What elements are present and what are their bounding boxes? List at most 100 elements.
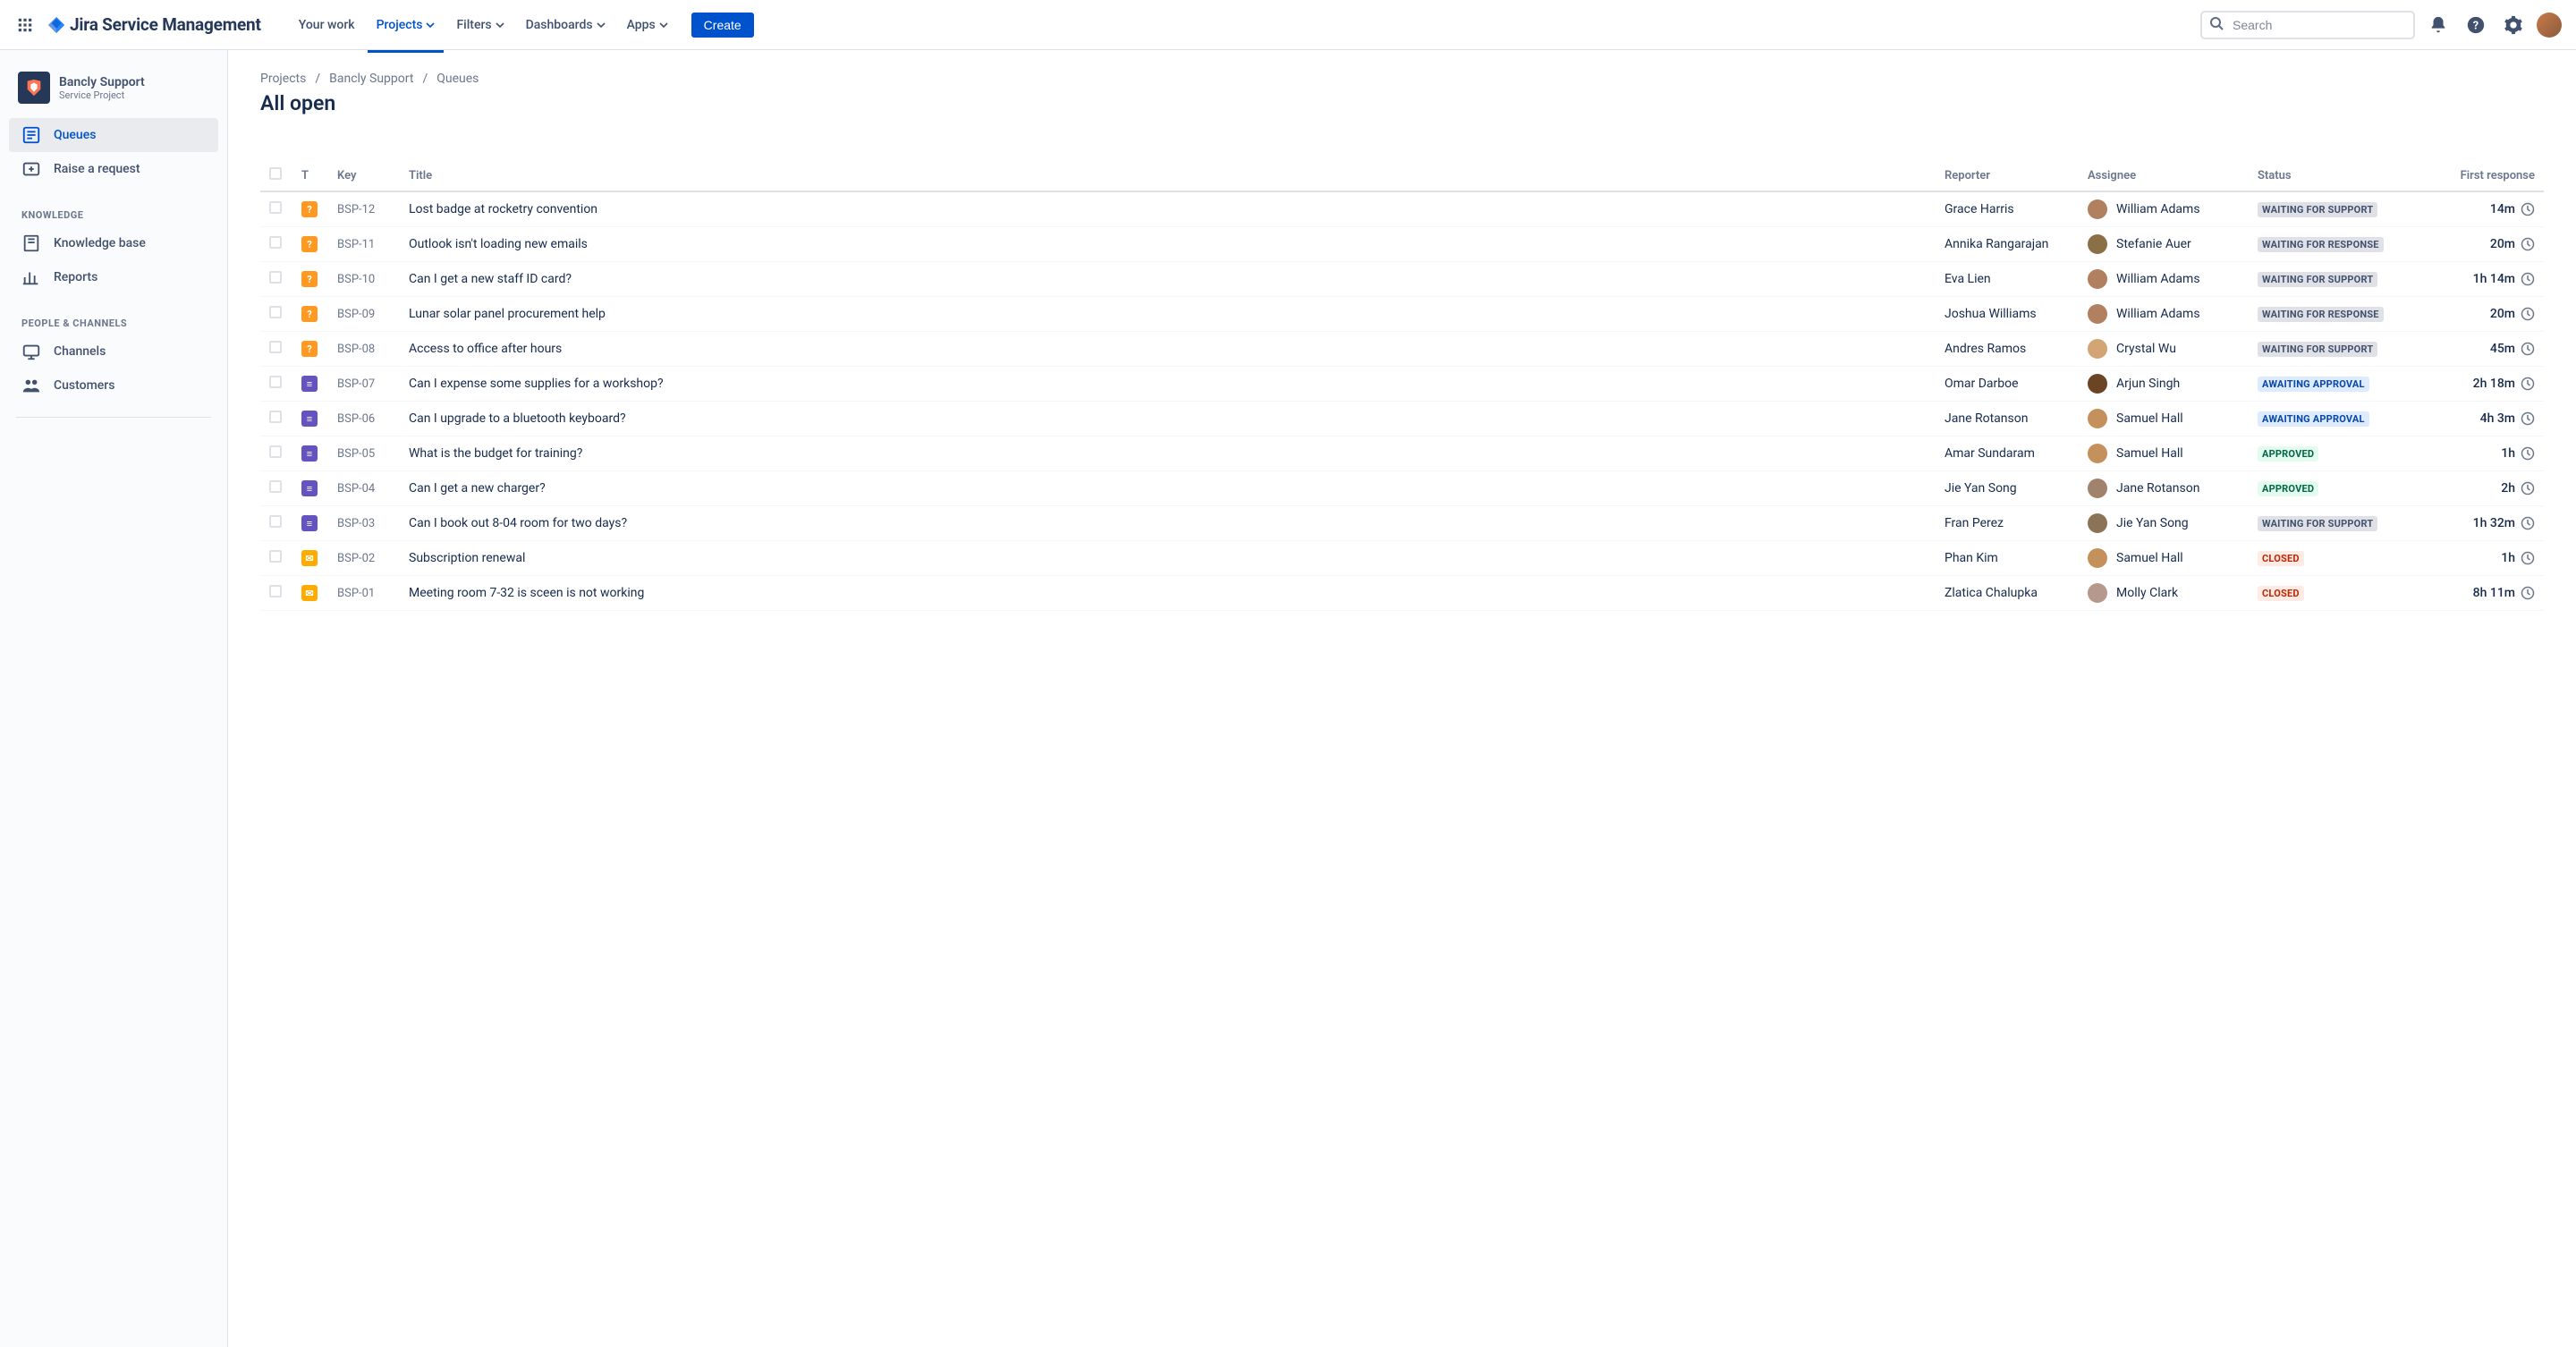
assignee-cell[interactable]: Arjun Singh (2088, 374, 2240, 394)
assignee-cell[interactable]: William Adams (2088, 199, 2240, 219)
nav-label: Apps (627, 18, 656, 32)
row-checkbox[interactable] (269, 271, 282, 284)
issue-title[interactable]: Lost badge at rocketry convention (400, 191, 1936, 227)
assignee-cell[interactable]: Jane Rotanson (2088, 479, 2240, 498)
issue-key[interactable]: BSP-11 (328, 227, 400, 262)
assignee-avatar (2088, 479, 2107, 498)
issue-key[interactable]: BSP-07 (328, 367, 400, 402)
row-checkbox[interactable] (269, 445, 282, 458)
table-row[interactable]: ≡ BSP-05 What is the budget for training… (260, 436, 2544, 471)
issue-key[interactable]: BSP-08 (328, 332, 400, 367)
breadcrumb-projects[interactable]: Projects (260, 72, 306, 86)
help-icon[interactable]: ? (2462, 11, 2490, 39)
issue-type-icon: ? (301, 236, 318, 252)
issue-key[interactable]: BSP-06 (328, 402, 400, 436)
table-row[interactable]: ✉ BSP-01 Meeting room 7-32 is sceen is n… (260, 576, 2544, 611)
issue-key[interactable]: BSP-12 (328, 191, 400, 227)
row-checkbox[interactable] (269, 515, 282, 528)
table-row[interactable]: ≡ BSP-07 Can I expense some supplies for… (260, 367, 2544, 402)
assignee-avatar (2088, 548, 2107, 568)
issue-title[interactable]: Subscription renewal (400, 541, 1936, 576)
col-status[interactable]: Status (2249, 160, 2428, 191)
nav-your-work[interactable]: Your work (290, 13, 364, 38)
sidebar-section-knowledge: KNOWLEDGE Knowledge base Reports (9, 204, 218, 294)
col-assignee[interactable]: Assignee (2079, 160, 2249, 191)
issue-title[interactable]: Can I upgrade to a bluetooth keyboard? (400, 402, 1936, 436)
issue-title[interactable]: Access to office after hours (400, 332, 1936, 367)
issue-title[interactable]: Outlook isn't loading new emails (400, 227, 1936, 262)
row-checkbox[interactable] (269, 411, 282, 423)
app-switcher-icon[interactable] (14, 14, 36, 36)
sidebar-item-raise[interactable]: Raise a request (9, 152, 218, 186)
assignee-cell[interactable]: Samuel Hall (2088, 409, 2240, 428)
breadcrumb-queues[interactable]: Queues (436, 72, 479, 86)
issue-key[interactable]: BSP-10 (328, 262, 400, 297)
issue-key[interactable]: BSP-05 (328, 436, 400, 471)
notifications-icon[interactable] (2424, 11, 2453, 39)
search-input[interactable] (2200, 11, 2415, 39)
assignee-cell[interactable]: Jie Yan Song (2088, 513, 2240, 533)
issue-title[interactable]: What is the budget for training? (400, 436, 1936, 471)
issue-title[interactable]: Can I get a new charger? (400, 471, 1936, 506)
profile-avatar[interactable] (2537, 13, 2562, 38)
col-first-response[interactable]: First response (2428, 160, 2544, 191)
table-row[interactable]: ? BSP-10 Can I get a new staff ID card? … (260, 262, 2544, 297)
table-row[interactable]: ? BSP-08 Access to office after hours An… (260, 332, 2544, 367)
project-header[interactable]: Bancly Support Service Project (9, 68, 218, 118)
col-key[interactable]: Key (328, 160, 400, 191)
issue-key[interactable]: BSP-02 (328, 541, 400, 576)
assignee-cell[interactable]: Samuel Hall (2088, 444, 2240, 463)
row-checkbox[interactable] (269, 480, 282, 493)
assignee-cell[interactable]: Crystal Wu (2088, 339, 2240, 359)
row-checkbox[interactable] (269, 201, 282, 214)
issue-title[interactable]: Can I get a new staff ID card? (400, 262, 1936, 297)
select-all-checkbox[interactable] (269, 167, 282, 180)
col-title[interactable]: Title (400, 160, 1936, 191)
row-checkbox[interactable] (269, 550, 282, 563)
sidebar-item-channels[interactable]: Channels (9, 335, 218, 369)
issue-title[interactable]: Can I expense some supplies for a worksh… (400, 367, 1936, 402)
clock-icon (2521, 237, 2535, 251)
assignee-cell[interactable]: William Adams (2088, 269, 2240, 289)
issue-key[interactable]: BSP-03 (328, 506, 400, 541)
row-checkbox[interactable] (269, 236, 282, 249)
issue-key[interactable]: BSP-04 (328, 471, 400, 506)
nav-apps[interactable]: Apps (618, 13, 677, 38)
nav-filters[interactable]: Filters (447, 13, 513, 38)
row-checkbox[interactable] (269, 306, 282, 318)
settings-icon[interactable] (2499, 11, 2528, 39)
issue-key[interactable]: BSP-01 (328, 576, 400, 611)
issue-title[interactable]: Can I book out 8-04 room for two days? (400, 506, 1936, 541)
breadcrumb-bancly[interactable]: Bancly Support (329, 72, 413, 86)
col-reporter[interactable]: Reporter (1936, 160, 2079, 191)
channels-icon (21, 342, 41, 361)
row-checkbox[interactable] (269, 585, 282, 597)
row-checkbox[interactable] (269, 341, 282, 353)
issue-key[interactable]: BSP-09 (328, 297, 400, 332)
nav-projects[interactable]: Projects (368, 13, 445, 38)
sidebar-item-customers[interactable]: Customers (9, 369, 218, 402)
table-row[interactable]: ≡ BSP-03 Can I book out 8-04 room for tw… (260, 506, 2544, 541)
sidebar-item-queues[interactable]: Queues (9, 118, 218, 152)
col-type[interactable]: T (292, 160, 328, 191)
table-row[interactable]: ≡ BSP-04 Can I get a new charger? Jie Ya… (260, 471, 2544, 506)
issue-title[interactable]: Lunar solar panel procurement help (400, 297, 1936, 332)
sidebar-item-reports[interactable]: Reports (9, 260, 218, 294)
table-row[interactable]: ? BSP-11 Outlook isn't loading new email… (260, 227, 2544, 262)
table-row[interactable]: ≡ BSP-06 Can I upgrade to a bluetooth ke… (260, 402, 2544, 436)
nav-label: Dashboards (526, 18, 593, 32)
table-row[interactable]: ? BSP-09 Lunar solar panel procurement h… (260, 297, 2544, 332)
assignee-cell[interactable]: Stefanie Auer (2088, 234, 2240, 254)
create-button[interactable]: Create (691, 13, 754, 38)
table-row[interactable]: ✉ BSP-02 Subscription renewal Phan Kim S… (260, 541, 2544, 576)
table-row[interactable]: ? BSP-12 Lost badge at rocketry conventi… (260, 191, 2544, 227)
assignee-cell[interactable]: Samuel Hall (2088, 548, 2240, 568)
assignee-avatar (2088, 444, 2107, 463)
issue-title[interactable]: Meeting room 7-32 is sceen is not workin… (400, 576, 1936, 611)
product-logo[interactable]: Jira Service Management (47, 14, 261, 35)
sidebar-item-kb[interactable]: Knowledge base (9, 226, 218, 260)
assignee-cell[interactable]: William Adams (2088, 304, 2240, 324)
row-checkbox[interactable] (269, 376, 282, 388)
assignee-cell[interactable]: Molly Clark (2088, 583, 2240, 603)
nav-dashboards[interactable]: Dashboards (517, 13, 614, 38)
